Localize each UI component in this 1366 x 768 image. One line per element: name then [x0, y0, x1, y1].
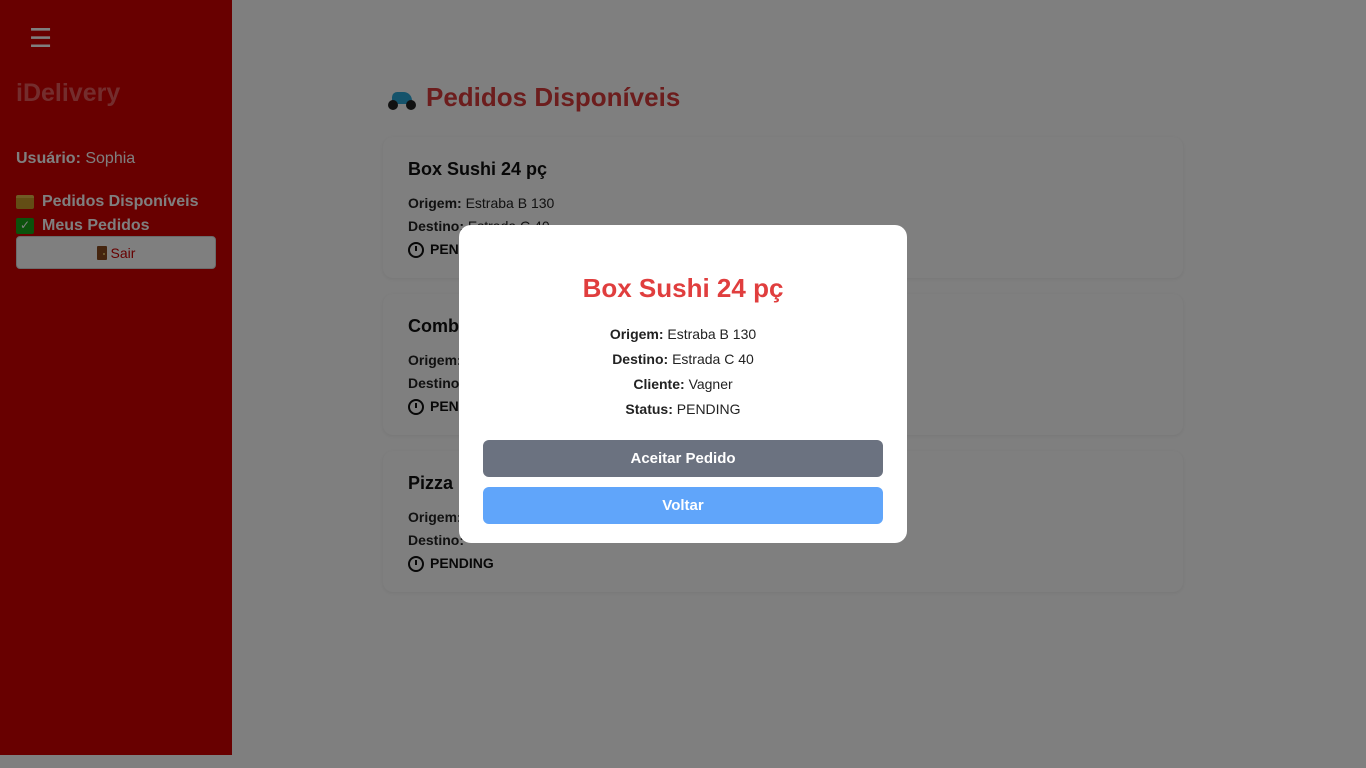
- order-detail-modal: Box Sushi 24 pç Origem: Estraba B 130 De…: [459, 225, 907, 543]
- modal-status: Status: PENDING: [625, 401, 741, 417]
- modal-client: Cliente: Vagner: [633, 376, 733, 392]
- accept-order-button[interactable]: Aceitar Pedido: [483, 440, 883, 477]
- back-button[interactable]: Voltar: [483, 487, 883, 524]
- modal-title: Box Sushi 24 pç: [582, 273, 784, 303]
- modal-destination: Destino: Estrada C 40: [612, 351, 754, 367]
- modal-origin: Origem: Estraba B 130: [609, 326, 757, 342]
